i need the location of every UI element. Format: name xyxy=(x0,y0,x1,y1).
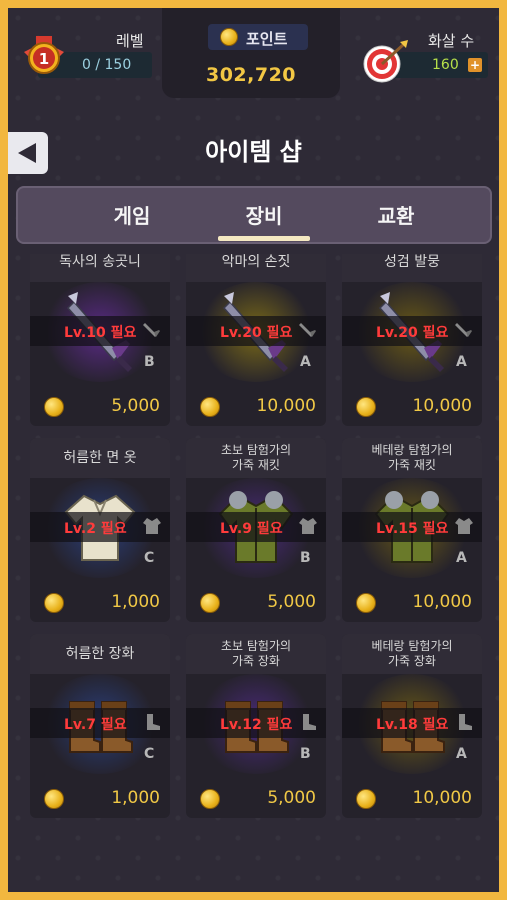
item-card[interactable]: 악마의 손짓 Lv.20 필요 A 10,000 xyxy=(186,254,326,426)
item-price: 5,000 xyxy=(267,592,316,612)
level-requirement: Lv.20 필요 xyxy=(220,325,293,341)
level-requirement: Lv.2 필요 xyxy=(64,521,127,537)
coin-icon xyxy=(200,789,220,809)
coin-icon xyxy=(200,593,220,613)
level-requirement: Lv.10 필요 xyxy=(64,325,137,341)
tab-exchange[interactable]: 교환 xyxy=(336,200,456,229)
tab-game[interactable]: 게임 xyxy=(72,200,192,229)
coin-icon xyxy=(356,397,376,417)
item-card[interactable]: 허름한 면 옷 Lv.2 필요 C 1,000 xyxy=(30,438,170,622)
level-requirement: Lv.18 필요 xyxy=(376,717,449,733)
armor-icon xyxy=(298,516,318,536)
add-arrows-button[interactable]: + xyxy=(468,58,482,72)
item-grade: B xyxy=(144,354,155,370)
coin-icon xyxy=(220,28,238,46)
item-grade: A xyxy=(456,746,467,762)
item-card[interactable]: 독사의 송곳니 Lv.10 필요 B 5,000 xyxy=(30,254,170,426)
item-price: 10,000 xyxy=(256,396,316,416)
item-name: 베테랑 탐험가의 가죽 장화 xyxy=(342,634,482,674)
item-price: 5,000 xyxy=(267,788,316,808)
item-price: 10,000 xyxy=(412,396,472,416)
item-price: 5,000 xyxy=(111,396,160,416)
level-label: 레벨 xyxy=(116,32,144,50)
price-row: 1,000 xyxy=(30,778,170,818)
level-requirement: Lv.9 필요 xyxy=(220,521,283,537)
coin-icon xyxy=(44,397,64,417)
points-panel: 포인트 302,720 xyxy=(162,8,340,98)
tab-equipment[interactable]: 장비 xyxy=(204,200,324,229)
item-name: 성검 발뭉 xyxy=(342,254,482,282)
tab-bar: 게임 장비 교환 xyxy=(16,186,492,244)
price-row: 1,000 xyxy=(30,582,170,622)
item-grade: A xyxy=(456,550,467,566)
coin-icon xyxy=(44,593,64,613)
item-grid: 독사의 송곳니 Lv.10 필요 B 5,000 악마의 손짓 Lv.20 필요 A 10,0… xyxy=(8,254,499,892)
item-card[interactable]: 허름한 장화 Lv.7 필요 C 1,000 xyxy=(30,634,170,818)
boot-icon xyxy=(454,712,474,732)
arrows-value: 160 xyxy=(432,57,459,73)
coin-icon xyxy=(356,593,376,613)
price-row: 10,000 xyxy=(342,582,482,622)
item-name: 허름한 장화 xyxy=(30,634,170,674)
item-price: 1,000 xyxy=(111,788,160,808)
price-row: 5,000 xyxy=(186,582,326,622)
coin-icon xyxy=(44,789,64,809)
armor-icon xyxy=(454,516,474,536)
level-progress-value: 0 / 150 xyxy=(82,57,132,73)
sword-icon xyxy=(142,320,162,340)
item-card[interactable]: 초보 탐험가의 가죽 재킷 Lv.9 필요 B 5,000 xyxy=(186,438,326,622)
target-arrow-icon xyxy=(362,38,410,86)
price-row: 10,000 xyxy=(342,778,482,818)
level-requirement: Lv.15 필요 xyxy=(376,521,449,537)
level-requirement: Lv.7 필요 xyxy=(64,717,127,733)
level-requirement: Lv.20 필요 xyxy=(376,325,449,341)
item-card[interactable]: 초보 탐험가의 가죽 장화 Lv.12 필요 B 5,000 xyxy=(186,634,326,818)
item-card[interactable]: 베테랑 탐험가의 가죽 장화 Lv.18 필요 A 10,000 xyxy=(342,634,482,818)
item-grade: B xyxy=(300,550,311,566)
item-card[interactable]: 베테랑 탐험가의 가죽 재킷 Lv.15 필요 A 10,000 xyxy=(342,438,482,622)
item-price: 1,000 xyxy=(111,592,160,612)
item-name: 악마의 손짓 xyxy=(186,254,326,282)
active-tab-indicator xyxy=(218,236,310,241)
armor-icon xyxy=(142,516,162,536)
item-price: 10,000 xyxy=(412,592,472,612)
page-title: 아이템 샵 xyxy=(205,138,302,166)
level-badge-icon: 1 xyxy=(22,34,66,78)
game-frame: 0 / 150 레벨 1 포인트 302,720 화살 수 160 + 아이템 … xyxy=(8,8,499,892)
item-name: 초보 탐험가의 가죽 장화 xyxy=(186,634,326,674)
item-name: 베테랑 탐험가의 가죽 재킷 xyxy=(342,438,482,478)
price-row: 5,000 xyxy=(186,778,326,818)
price-row: 10,000 xyxy=(342,386,482,426)
level-requirement: Lv.12 필요 xyxy=(220,717,293,733)
boot-icon xyxy=(298,712,318,732)
points-value: 302,720 xyxy=(205,64,297,86)
arrows-label: 화살 수 xyxy=(428,32,475,50)
item-price: 10,000 xyxy=(412,788,472,808)
item-name: 허름한 면 옷 xyxy=(30,438,170,478)
coin-icon xyxy=(356,789,376,809)
item-grade: A xyxy=(300,354,311,370)
item-grade: C xyxy=(144,550,155,566)
item-name: 독사의 송곳니 xyxy=(30,254,170,282)
sword-icon xyxy=(454,320,474,340)
top-status-bar: 0 / 150 레벨 1 포인트 302,720 화살 수 160 + xyxy=(8,8,499,100)
boot-icon xyxy=(142,712,162,732)
item-grade: B xyxy=(300,746,311,762)
item-card[interactable]: 성검 발뭉 Lv.20 필요 A 10,000 xyxy=(342,254,482,426)
level-badge-number: 1 xyxy=(39,50,49,68)
sword-icon xyxy=(298,320,318,340)
item-name: 초보 탐험가의 가죽 재킷 xyxy=(186,438,326,478)
price-row: 5,000 xyxy=(30,386,170,426)
price-row: 10,000 xyxy=(186,386,326,426)
item-grade: C xyxy=(144,746,155,762)
item-grade: A xyxy=(456,354,467,370)
coin-icon xyxy=(200,397,220,417)
points-label: 포인트 xyxy=(246,30,288,48)
